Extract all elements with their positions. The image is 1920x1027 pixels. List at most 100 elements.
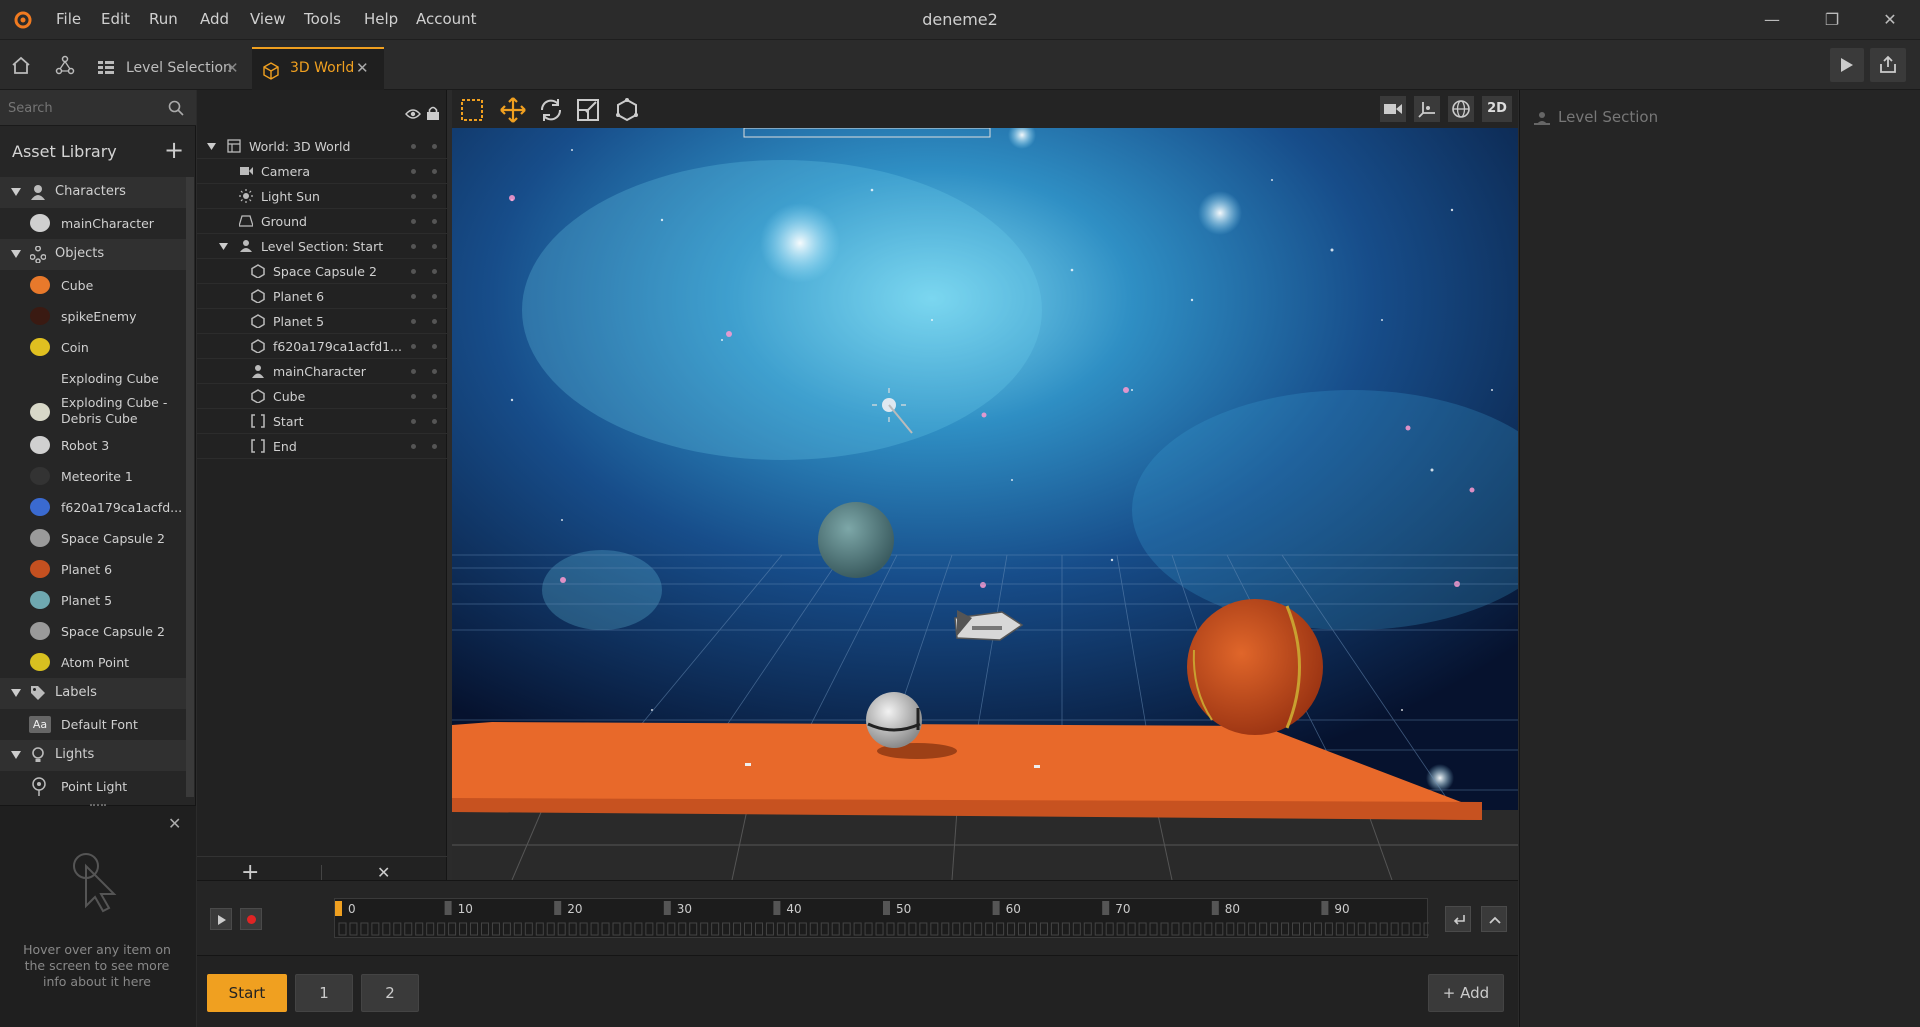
- visibility-dot[interactable]: [411, 369, 416, 374]
- frame-cell[interactable]: [996, 922, 1005, 936]
- lock-dot[interactable]: [432, 294, 437, 299]
- frame-cell[interactable]: [678, 922, 687, 936]
- frame-cell[interactable]: [1379, 922, 1388, 936]
- frame-cell[interactable]: [700, 922, 709, 936]
- move-tool-icon[interactable]: [499, 96, 527, 124]
- frame-cell[interactable]: [1160, 922, 1169, 936]
- frame-cell[interactable]: [1105, 922, 1114, 936]
- close-window-button[interactable]: ✕: [1870, 6, 1910, 34]
- frame-cell[interactable]: [349, 922, 358, 936]
- frame-cell[interactable]: [568, 922, 577, 936]
- asset-item[interactable]: Coin: [0, 332, 186, 363]
- frame-cell[interactable]: [448, 922, 457, 936]
- frame-cell[interactable]: [1072, 922, 1081, 936]
- loop-button[interactable]: [1445, 906, 1471, 932]
- frame-cell[interactable]: [1423, 922, 1429, 936]
- frame-cell[interactable]: [645, 922, 654, 936]
- visibility-dot[interactable]: [411, 444, 416, 449]
- 2d-mode-button[interactable]: 2D: [1482, 96, 1512, 122]
- frame-cell[interactable]: [667, 922, 676, 936]
- frame-cell[interactable]: [338, 922, 347, 936]
- visibility-dot[interactable]: [411, 344, 416, 349]
- frame-cell[interactable]: [535, 922, 544, 936]
- asset-category-labels[interactable]: Labels: [0, 678, 186, 709]
- asset-category-characters[interactable]: Characters: [0, 177, 186, 208]
- hierarchy-row[interactable]: Start: [197, 409, 447, 434]
- lock-dot[interactable]: [432, 394, 437, 399]
- frame-cell[interactable]: [711, 922, 720, 936]
- frame-cell[interactable]: [952, 922, 961, 936]
- hierarchy-row[interactable]: Planet 5: [197, 309, 447, 334]
- frame-cell[interactable]: [853, 922, 862, 936]
- frame-cell[interactable]: [722, 922, 731, 936]
- frame-cell[interactable]: [590, 922, 599, 936]
- lock-dot[interactable]: [432, 269, 437, 274]
- section-button[interactable]: 2: [361, 974, 419, 1012]
- asset-item[interactable]: Planet 6: [0, 554, 186, 585]
- visibility-dot[interactable]: [411, 294, 416, 299]
- frame-cell[interactable]: [1149, 922, 1158, 936]
- frame-cell[interactable]: [1335, 922, 1344, 936]
- frame-cell[interactable]: [1302, 922, 1311, 936]
- hierarchy-row[interactable]: Light Sun: [197, 184, 447, 209]
- frame-cell[interactable]: [656, 922, 665, 936]
- lock-dot[interactable]: [432, 444, 437, 449]
- asset-item[interactable]: Space Capsule 2: [0, 616, 186, 647]
- home-icon[interactable]: [10, 54, 32, 76]
- frame-cell[interactable]: [426, 922, 435, 936]
- frame-cell[interactable]: [842, 922, 851, 936]
- lock-dot[interactable]: [432, 369, 437, 374]
- frame-cell[interactable]: [897, 922, 906, 936]
- menu-add[interactable]: Add: [200, 10, 229, 28]
- frame-cell[interactable]: [404, 922, 413, 936]
- frame-cell[interactable]: [963, 922, 972, 936]
- eye-icon[interactable]: [405, 108, 421, 120]
- frame-cell[interactable]: [1346, 922, 1355, 936]
- asset-item[interactable]: Exploding Cube - Debris Cube: [0, 394, 186, 430]
- frame-cell[interactable]: [1039, 922, 1048, 936]
- frame-cell[interactable]: [1281, 922, 1290, 936]
- frame-cell[interactable]: [382, 922, 391, 936]
- collapse-timeline-button[interactable]: [1481, 906, 1507, 932]
- lock-dot[interactable]: [432, 144, 437, 149]
- menu-account[interactable]: Account: [416, 10, 477, 28]
- globe-toggle-button[interactable]: [1448, 96, 1474, 122]
- lock-dot[interactable]: [432, 419, 437, 424]
- frame-cell[interactable]: [765, 922, 774, 936]
- asset-item[interactable]: Planet 5: [0, 585, 186, 616]
- frame-cell[interactable]: [601, 922, 610, 936]
- menu-run[interactable]: Run: [149, 10, 178, 28]
- maximize-button[interactable]: ❐: [1812, 6, 1852, 34]
- close-tab-icon[interactable]: ✕: [226, 47, 239, 90]
- frame-cell[interactable]: [1270, 922, 1279, 936]
- frame-cell[interactable]: [1083, 922, 1092, 936]
- asset-item[interactable]: f620a179ca1acfd...: [0, 492, 186, 523]
- frame-cell[interactable]: [1226, 922, 1235, 936]
- frame-cell[interactable]: [1248, 922, 1257, 936]
- hierarchy-row[interactable]: Space Capsule 2: [197, 259, 447, 284]
- play-button[interactable]: [1830, 48, 1864, 82]
- frame-cell[interactable]: [1182, 922, 1191, 936]
- lock-dot[interactable]: [432, 344, 437, 349]
- hierarchy-row[interactable]: f620a179ca1acfd1...: [197, 334, 447, 359]
- frame-cell[interactable]: [1357, 922, 1366, 936]
- frame-cell[interactable]: [930, 922, 939, 936]
- frame-cell[interactable]: [744, 922, 753, 936]
- frame-cell[interactable]: [634, 922, 643, 936]
- lock-dot[interactable]: [432, 169, 437, 174]
- export-button[interactable]: [1870, 48, 1906, 82]
- menu-file[interactable]: File: [56, 10, 81, 28]
- frame-cell[interactable]: [974, 922, 983, 936]
- frame-cell[interactable]: [1138, 922, 1147, 936]
- visibility-dot[interactable]: [411, 219, 416, 224]
- resize-handle[interactable]: [90, 804, 106, 807]
- frame-cell[interactable]: [1116, 922, 1125, 936]
- frame-cell[interactable]: [875, 922, 884, 936]
- asset-scrollbar[interactable]: [186, 177, 194, 797]
- hierarchy-row[interactable]: Level Section: Start: [197, 234, 447, 259]
- frame-cell[interactable]: [985, 922, 994, 936]
- camera-view-button[interactable]: [1380, 96, 1406, 122]
- frame-cell[interactable]: [1127, 922, 1136, 936]
- frame-cell[interactable]: [919, 922, 928, 936]
- frame-cell[interactable]: [1324, 922, 1333, 936]
